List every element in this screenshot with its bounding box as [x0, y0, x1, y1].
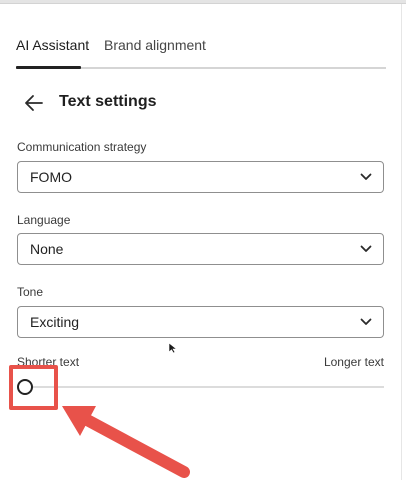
language-picker[interactable]: None	[17, 233, 384, 265]
language-label: Language	[17, 213, 71, 227]
tab-active-indicator	[16, 66, 81, 69]
text-length-slider-track[interactable]	[30, 386, 384, 388]
tab-bar: AI Assistant Brand alignment	[16, 30, 386, 70]
back-button[interactable]	[22, 92, 46, 114]
top-edge-divider	[0, 0, 406, 4]
panel-right-divider	[401, 4, 402, 480]
page-title: Text settings	[59, 93, 157, 110]
chevron-down-icon	[360, 245, 372, 252]
communication-strategy-label: Communication strategy	[17, 140, 147, 154]
annotation-highlight-box	[9, 365, 58, 410]
mouse-pointer-icon	[168, 342, 178, 354]
arrow-left-icon	[25, 95, 43, 111]
chevron-down-icon	[360, 173, 372, 180]
annotation-arrow	[62, 406, 190, 478]
tab-ai-assistant[interactable]: AI Assistant	[16, 37, 89, 53]
chevron-down-icon	[360, 318, 372, 325]
tone-value: Exciting	[30, 314, 80, 330]
slider-max-label: Longer text	[323, 355, 384, 369]
communication-strategy-value: FOMO	[30, 169, 72, 185]
language-value: None	[30, 241, 64, 257]
tab-brand-alignment[interactable]: Brand alignment	[104, 37, 206, 53]
tone-picker[interactable]: Exciting	[17, 306, 384, 338]
tone-label: Tone	[17, 285, 44, 299]
communication-strategy-picker[interactable]: FOMO	[17, 161, 384, 193]
